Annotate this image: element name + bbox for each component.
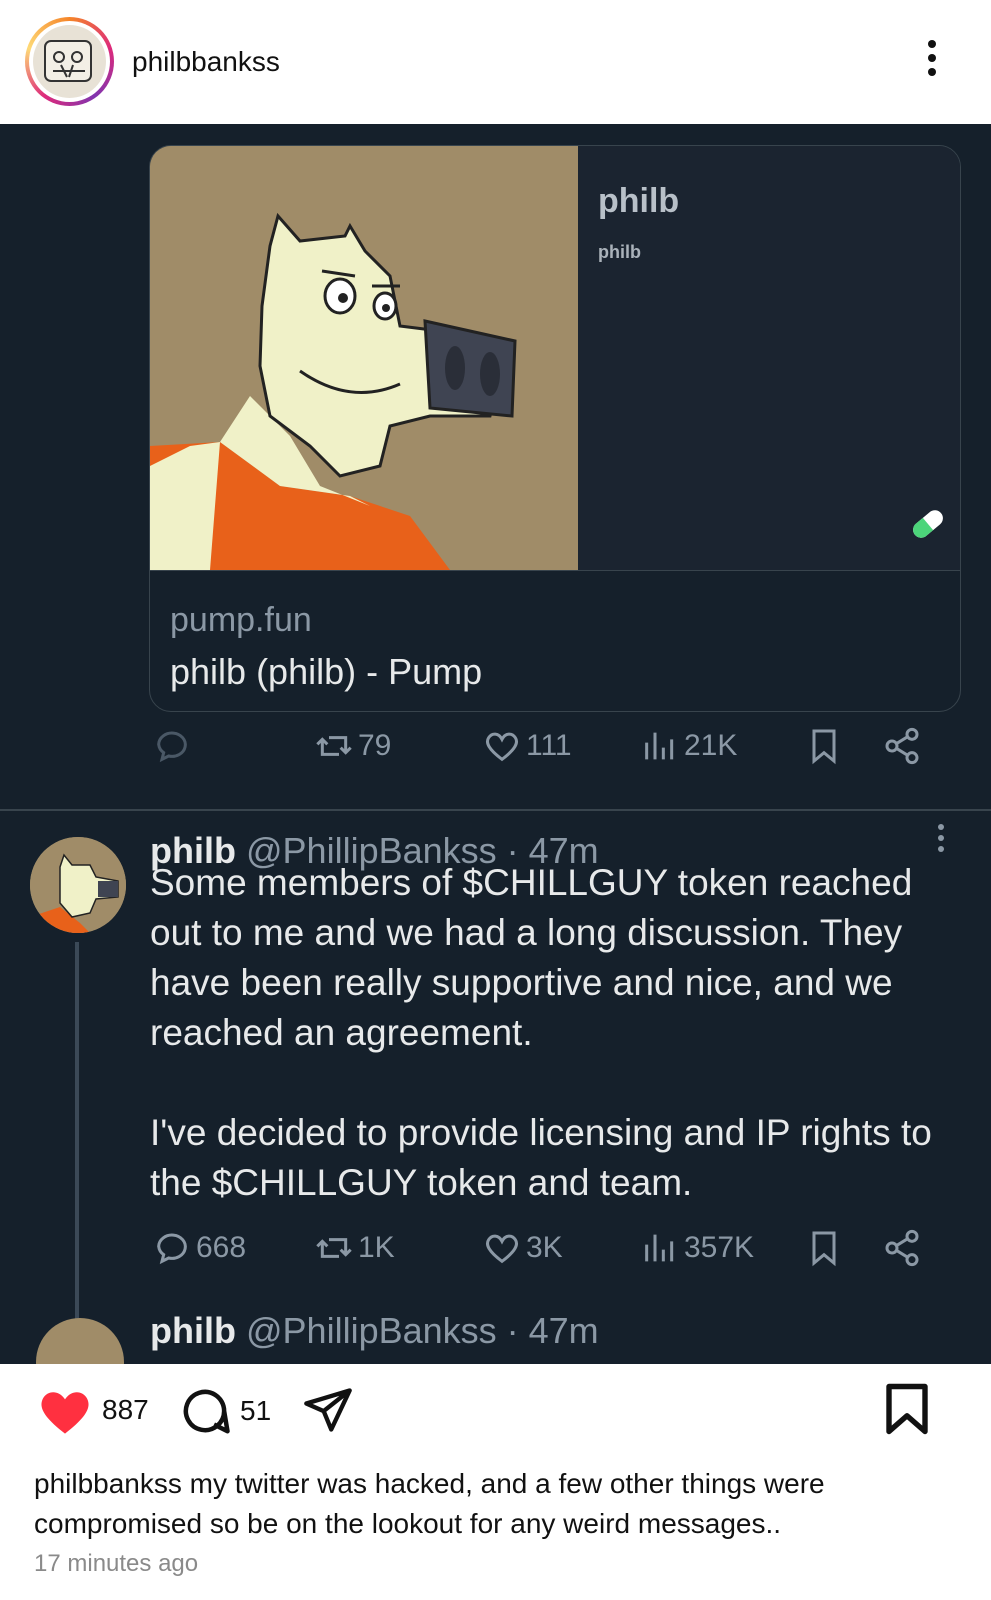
heart-filled-icon bbox=[41, 1392, 89, 1434]
views-icon bbox=[645, 1234, 674, 1262]
profile-avatar[interactable] bbox=[25, 17, 114, 106]
retweet-button[interactable]: 79 bbox=[314, 716, 391, 776]
comment-icon bbox=[183, 1389, 230, 1434]
card-side-subtitle: philb bbox=[598, 242, 641, 262]
card-domain: pump.fun bbox=[170, 601, 312, 639]
views-count: 21K bbox=[684, 729, 738, 762]
like-button[interactable]: 3K bbox=[482, 1218, 563, 1278]
bookmark-icon bbox=[886, 1383, 928, 1435]
ig-like-count: 887 bbox=[102, 1394, 149, 1425]
like-count: 111 bbox=[526, 729, 572, 762]
tweet-divider bbox=[0, 809, 991, 811]
tweet2-actions: 668 1K 3K 357K bbox=[0, 1218, 991, 1278]
share-icon bbox=[885, 1229, 919, 1267]
reply-button[interactable]: 668 bbox=[152, 1218, 246, 1278]
reply-icon bbox=[157, 731, 187, 763]
tweet3-avatar[interactable] bbox=[36, 1318, 124, 1364]
bookmark-button[interactable] bbox=[804, 716, 844, 776]
more-options-icon[interactable] bbox=[924, 40, 940, 84]
bookmark-button[interactable] bbox=[804, 1218, 844, 1278]
post-image-tweet-screenshot: philb philb pump.fun philb (philb) - Pum… bbox=[0, 124, 991, 1364]
chill-guy-image bbox=[150, 146, 578, 570]
card-side-title: philb bbox=[598, 182, 680, 220]
caption-username[interactable]: philbbankss bbox=[34, 1468, 182, 1499]
tweet3-author-handle[interactable]: @PhillipBankss · 47m bbox=[246, 1310, 599, 1351]
views-count: 357K bbox=[684, 1231, 755, 1264]
reply-button[interactable] bbox=[152, 716, 196, 776]
card-title: philb (philb) - Pump bbox=[170, 651, 483, 692]
share-icon bbox=[885, 727, 919, 765]
ig-comment-count: 51 bbox=[240, 1395, 272, 1426]
bookmark-icon bbox=[812, 1231, 836, 1267]
bookmark-icon bbox=[812, 729, 836, 765]
ig-like-button[interactable]: 887 bbox=[36, 1384, 149, 1436]
heart-icon bbox=[485, 732, 519, 762]
views-button[interactable]: 357K bbox=[640, 1218, 754, 1278]
send-icon bbox=[304, 1388, 352, 1432]
views-button[interactable]: 21K bbox=[640, 716, 737, 776]
retweet-icon bbox=[316, 736, 352, 756]
tweet3-header: philb @PhillipBankss · 47m bbox=[150, 1310, 599, 1352]
post-username[interactable]: philbbankss bbox=[132, 46, 280, 78]
reply-count: 668 bbox=[196, 1231, 247, 1264]
post-caption: philbbankss my twitter was hacked, and a… bbox=[34, 1464, 934, 1544]
like-count: 3K bbox=[526, 1231, 563, 1264]
share-button[interactable] bbox=[882, 1218, 922, 1278]
tweet-text: Some members of $CHILLGUY token reached … bbox=[150, 862, 932, 1203]
ig-comment-button[interactable]: 51 bbox=[178, 1384, 271, 1438]
tweet3-author-name[interactable]: philb bbox=[150, 1310, 236, 1351]
pill-icon bbox=[908, 504, 948, 544]
heart-icon bbox=[485, 1234, 519, 1264]
card-side-panel: philb philb bbox=[578, 146, 960, 570]
retweet-icon bbox=[316, 1238, 352, 1258]
card-footer: pump.fun philb (philb) - Pump bbox=[150, 570, 960, 711]
tweet1-actions: 79 111 21K bbox=[0, 716, 991, 776]
retweet-button[interactable]: 1K bbox=[314, 1218, 395, 1278]
link-card[interactable]: philb philb pump.fun philb (philb) - Pum… bbox=[149, 145, 961, 712]
tweet-more-icon[interactable] bbox=[936, 824, 946, 860]
retweet-count: 1K bbox=[358, 1231, 395, 1264]
avatar-drawing bbox=[33, 25, 106, 98]
share-button[interactable] bbox=[882, 716, 922, 776]
instagram-header: philbbankss bbox=[0, 0, 991, 124]
views-icon bbox=[645, 732, 674, 760]
ig-save-button[interactable] bbox=[884, 1382, 930, 1436]
like-button[interactable]: 111 bbox=[482, 716, 572, 776]
tweet-avatar[interactable] bbox=[30, 837, 126, 933]
ig-share-button[interactable] bbox=[302, 1384, 354, 1436]
reply-icon bbox=[157, 1233, 187, 1265]
instagram-footer: 887 51 philbbankss my twitter was hacked… bbox=[0, 1364, 991, 1600]
post-timestamp: 17 minutes ago bbox=[34, 1550, 199, 1577]
retweet-count: 79 bbox=[358, 729, 392, 762]
